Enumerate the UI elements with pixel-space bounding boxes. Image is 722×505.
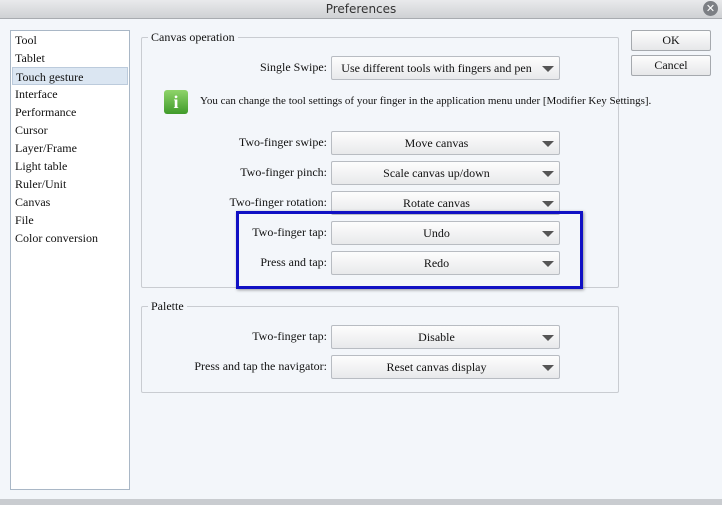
press-and-tap-navigator-row: Press and tap the navigator: Reset canva… (142, 355, 620, 379)
sidebar-item-ruler-unit[interactable]: Ruler/Unit (12, 175, 128, 193)
field-label: Single Swipe: (259, 60, 327, 74)
two-finger-pinch-row: Two-finger pinch: Scale canvas up/down (142, 161, 620, 185)
palette-two-finger-tap-dropdown[interactable]: Disable (331, 325, 560, 349)
single-swipe-dropdown[interactable]: Use different tools with fingers and pen (331, 56, 560, 80)
field-label: Two-finger swipe: (238, 135, 327, 149)
two-finger-pinch-dropdown[interactable]: Scale canvas up/down (331, 161, 560, 185)
chevron-down-icon (542, 141, 554, 147)
two-finger-swipe-row: Two-finger swipe: Move canvas (142, 131, 620, 155)
sidebar-item-light-table[interactable]: Light table (12, 157, 128, 175)
group-title: Canvas operation (148, 30, 238, 44)
sidebar-item-interface[interactable]: Interface (12, 85, 128, 103)
chevron-down-icon (542, 66, 554, 72)
sidebar-item-color-conversion[interactable]: Color conversion (12, 229, 128, 247)
field-label: Two-finger pinch: (240, 165, 327, 179)
field-label: Two-finger rotation: (229, 195, 327, 209)
press-and-tap-navigator-dropdown[interactable]: Reset canvas display (331, 355, 560, 379)
palette-two-finger-tap-row: Two-finger tap: Disable (142, 325, 620, 349)
dropdown-value: Move canvas (404, 136, 469, 150)
chevron-down-icon (542, 171, 554, 177)
field-label: Press and tap the navigator: (194, 359, 327, 373)
dropdown-value: Use different tools with fingers and pen (341, 61, 532, 75)
sidebar-item-layer-frame[interactable]: Layer/Frame (12, 139, 128, 157)
group-title: Palette (148, 299, 187, 313)
sidebar-item-file[interactable]: File (12, 211, 128, 229)
category-list[interactable]: Tool Tablet Touch gesture Interface Perf… (10, 30, 130, 490)
info-icon: i (164, 90, 188, 114)
info-text: You can change the tool settings of your… (200, 95, 652, 107)
sidebar-item-touch-gesture[interactable]: Touch gesture (12, 67, 128, 85)
field-label: Two-finger tap: (252, 329, 327, 343)
sidebar-item-performance[interactable]: Performance (12, 103, 128, 121)
sidebar-item-cursor[interactable]: Cursor (12, 121, 128, 139)
bottom-edge (0, 499, 722, 505)
chevron-down-icon (542, 365, 554, 371)
cancel-button[interactable]: Cancel (631, 55, 711, 76)
highlight-box (236, 211, 583, 289)
ok-button[interactable]: OK (631, 30, 711, 51)
dropdown-value: Reset canvas display (386, 360, 487, 374)
two-finger-swipe-dropdown[interactable]: Move canvas (331, 131, 560, 155)
sidebar-item-canvas[interactable]: Canvas (12, 193, 128, 211)
close-icon[interactable]: ✕ (703, 1, 718, 16)
single-swipe-row: Single Swipe: Use different tools with f… (142, 56, 620, 80)
sidebar-item-tool[interactable]: Tool (12, 31, 128, 49)
sidebar-item-tablet[interactable]: Tablet (12, 49, 128, 67)
window-title: Preferences (325, 2, 397, 16)
title-bar: Preferences ✕ (0, 0, 722, 19)
dropdown-value: Disable (418, 330, 455, 344)
chevron-down-icon (542, 201, 554, 207)
dropdown-value: Rotate canvas (403, 196, 470, 210)
dropdown-value: Scale canvas up/down (383, 166, 490, 180)
chevron-down-icon (542, 335, 554, 341)
palette-group: Palette Two-finger tap: Disable Press an… (141, 299, 620, 393)
